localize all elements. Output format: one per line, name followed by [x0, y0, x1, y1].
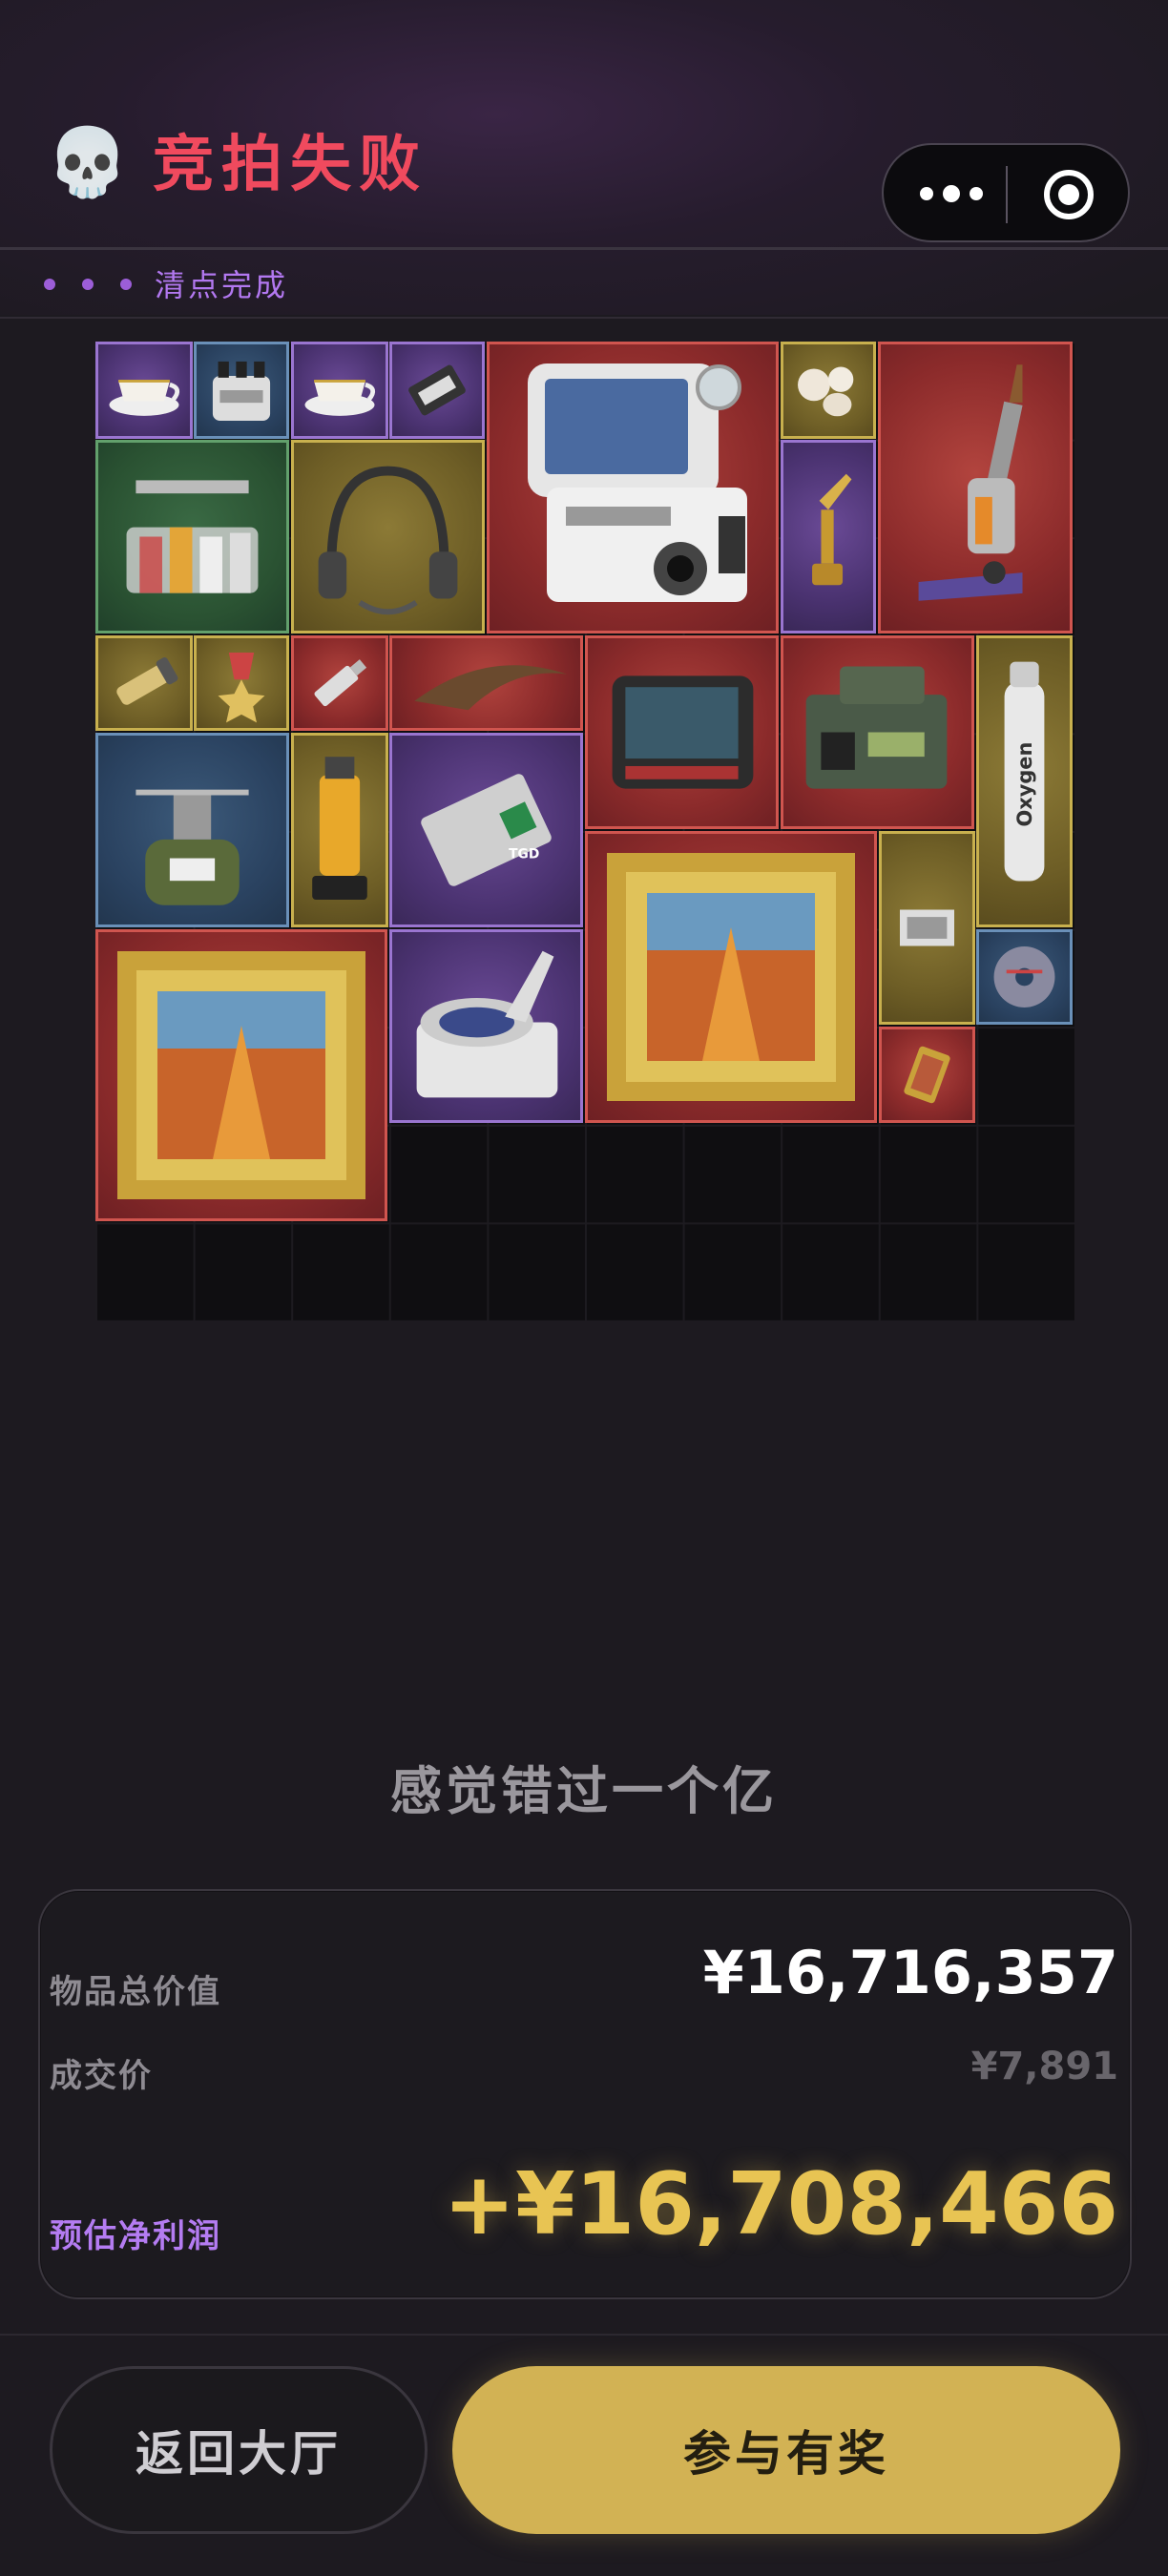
inventory-item-pearls[interactable] [781, 342, 876, 439]
inventory-item-usb-key[interactable] [291, 635, 388, 731]
more-dots-icon[interactable] [918, 179, 985, 208]
inventory-item-monitor-device[interactable] [585, 635, 779, 829]
inventory-item-vacuum-cleaner[interactable] [878, 342, 1073, 634]
oxygen-label: Oxygen [1013, 742, 1036, 827]
inventory-item-lighter[interactable] [879, 1027, 975, 1123]
inventory-item-medal[interactable] [194, 635, 289, 731]
inventory-item-canister-pack[interactable] [194, 342, 289, 439]
status-text: 清点完成 [155, 267, 289, 303]
status-dot [120, 279, 132, 290]
inventory-item-fuel-bottle[interactable] [291, 733, 388, 927]
inventory-item-camping-stove[interactable] [95, 733, 289, 927]
skull-icon: 💀 [46, 123, 130, 201]
inventory-item-disc[interactable] [976, 929, 1073, 1025]
inventory-item-flashlight[interactable] [95, 635, 193, 731]
inventory-item-teacup[interactable] [95, 342, 193, 439]
inventory-item-spice-rack[interactable] [95, 440, 289, 634]
target-circle-icon[interactable] [1044, 170, 1094, 219]
deal-price-value: ¥7,891 [970, 2045, 1118, 2088]
inventory-item-framed-painting-large[interactable] [95, 929, 387, 1221]
profit-value: +¥16,708,466 [443, 2154, 1118, 2254]
inventory-item-framed-painting[interactable] [585, 831, 877, 1123]
inventory-item-router[interactable]: TGD [389, 733, 583, 927]
inventory-item-horn[interactable] [389, 635, 583, 731]
inventory-item-military-radio[interactable] [781, 635, 974, 829]
capsule-divider [1006, 166, 1008, 223]
inventory-item-teacup[interactable] [291, 342, 388, 439]
result-header: 💀 竞拍失败 [0, 0, 1168, 250]
footer-divider [0, 2334, 1168, 2336]
total-value: ¥16,716,357 [702, 1938, 1118, 2007]
mini-program-capsule [882, 143, 1130, 242]
inventory-item-headset[interactable] [291, 440, 485, 634]
fuel-label: TGD [509, 847, 539, 862]
inventory-item-golden-statue[interactable] [781, 440, 876, 634]
inventory-grid: Oxygen TGD [95, 342, 1074, 1320]
profit-label: 预估净利润 [50, 2217, 221, 2255]
inventory-item-ssd-drive[interactable] [389, 342, 485, 439]
page-title: 竞拍失败 [153, 130, 428, 200]
inventory-item-medical-ventilator[interactable] [487, 342, 779, 634]
status-dot [44, 279, 55, 290]
inventory-item-centrifuge[interactable] [389, 929, 583, 1123]
join-reward-button[interactable]: 参与有奖 [452, 2366, 1120, 2534]
inventory-item-oxygen-tank[interactable]: Oxygen [976, 635, 1073, 927]
inventory-item-stamp-card[interactable] [879, 831, 975, 1025]
result-quote: 感觉错过一个亿 [390, 1761, 778, 1821]
back-to-lobby-button[interactable]: 返回大厅 [50, 2366, 428, 2534]
deal-price-label: 成交价 [50, 2057, 153, 2095]
total-value-label: 物品总价值 [50, 1973, 221, 2011]
status-dot [82, 279, 94, 290]
